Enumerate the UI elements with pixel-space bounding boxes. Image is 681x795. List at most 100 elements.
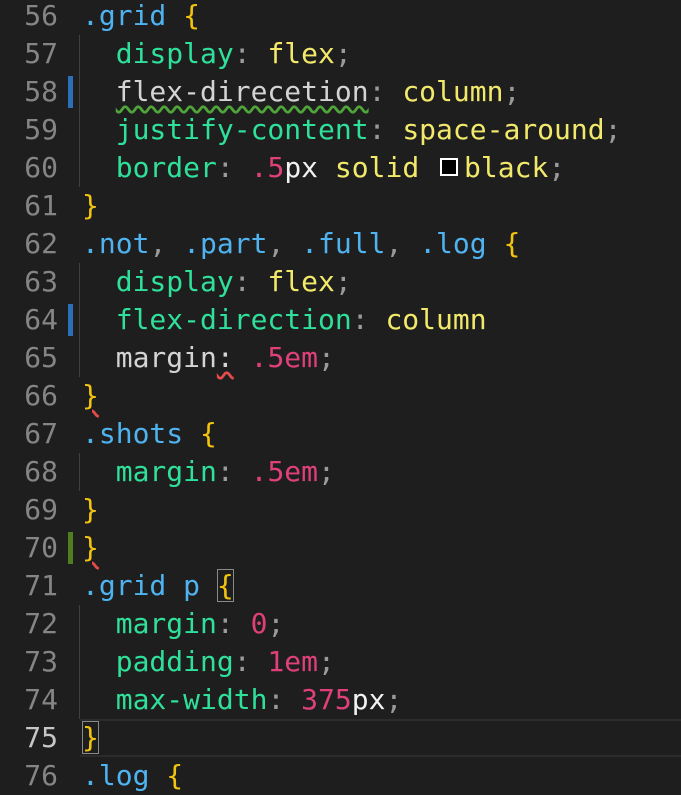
code-token: flex	[267, 37, 335, 70]
code-line[interactable]: 64 flex-direction: column	[0, 301, 681, 339]
code-line[interactable]: 61}	[0, 187, 681, 225]
code-token: border	[115, 151, 217, 184]
code-token: {	[200, 417, 217, 450]
code-line[interactable]: 62 .not, .part, .full, .log {	[0, 225, 681, 263]
code-text[interactable]: max-width: 375px;	[82, 681, 403, 719]
code-token: column	[385, 303, 487, 336]
line-number: 61	[24, 189, 58, 222]
code-token: ,	[267, 227, 302, 260]
code-text[interactable]: }	[82, 491, 99, 529]
code-line[interactable]: 76 .log {	[0, 757, 681, 795]
code-text[interactable]: .grid {	[82, 0, 200, 35]
code-line[interactable]: 65 margin: .5em;	[0, 339, 681, 377]
code-token: ,	[385, 227, 420, 260]
code-token: {	[166, 759, 184, 792]
line-number: 72	[24, 607, 58, 640]
git-change-marker[interactable]	[68, 304, 73, 336]
indent-guide	[79, 301, 80, 339]
code-token: ;	[385, 683, 403, 716]
code-text[interactable]: border: .5px solid black;	[82, 149, 565, 187]
git-change-marker[interactable]	[68, 76, 73, 108]
code-token: :	[216, 455, 251, 488]
code-line[interactable]: 73 padding: 1em;	[0, 643, 681, 681]
code-line[interactable]: 75}	[0, 719, 681, 757]
line-number: 62	[24, 227, 58, 260]
code-token: :	[216, 151, 251, 184]
code-token: px	[351, 683, 386, 716]
code-text[interactable]: }	[82, 719, 99, 757]
code-text[interactable]: }	[82, 187, 99, 225]
code-text[interactable]: padding: 1em;	[82, 643, 335, 681]
line-number: 58	[24, 75, 58, 108]
code-line[interactable]: 56 .grid {	[0, 0, 681, 35]
code-line[interactable]: 72 margin: 0;	[0, 605, 681, 643]
code-line[interactable]: 67 .shots {	[0, 415, 681, 453]
code-token: ;	[318, 455, 335, 488]
code-text[interactable]: }	[82, 529, 99, 567]
code-token: .part	[183, 227, 268, 260]
code-token: ;	[318, 645, 335, 678]
code-line[interactable]: 58 flex-direcetion: column;	[0, 73, 681, 111]
code-line[interactable]: 57 display: flex;	[0, 35, 681, 73]
code-token: :	[267, 683, 302, 716]
code-text[interactable]: .shots {	[82, 415, 217, 453]
code-token: ;	[334, 265, 352, 298]
line-number: 66	[24, 379, 58, 412]
code-token: justify-content	[115, 113, 369, 146]
line-number: 70	[24, 531, 58, 564]
indent-guide	[79, 111, 80, 149]
indent-guide	[79, 339, 80, 377]
code-line[interactable]: 74 max-width: 375px;	[0, 681, 681, 719]
code-token: px	[284, 151, 319, 184]
code-text[interactable]: }	[82, 377, 99, 415]
code-text[interactable]: flex-direcetion: column;	[82, 73, 521, 111]
code-token: ;	[318, 341, 335, 374]
code-line[interactable]: 66}	[0, 377, 681, 415]
code-text[interactable]: .grid p {	[82, 567, 234, 605]
indent-guide	[79, 643, 80, 681]
line-number: 67	[24, 417, 58, 450]
code-text[interactable]: display: flex;	[82, 35, 352, 73]
code-token: :	[216, 341, 234, 374]
code-line[interactable]: 71 .grid p {	[0, 567, 681, 605]
code-token: }	[82, 493, 99, 526]
line-number: 56	[24, 0, 58, 32]
code-token: :	[368, 113, 403, 146]
code-token: :	[233, 265, 268, 298]
code-token: :	[368, 75, 403, 108]
code-text[interactable]: display: flex;	[82, 263, 352, 301]
code-token: :	[351, 303, 386, 336]
code-line[interactable]: 70}	[0, 529, 681, 567]
code-text[interactable]: margin: .5em;	[82, 453, 335, 491]
line-number: 74	[24, 683, 58, 716]
code-token: flex-direcetion	[115, 75, 369, 108]
code-line[interactable]: 60 border: .5px solid black;	[0, 149, 681, 187]
code-editor[interactable]: 56 .grid {57 display: flex; 58 flex-direce…	[0, 0, 681, 792]
code-line[interactable]: 63 display: flex;	[0, 263, 681, 301]
code-text[interactable]: justify-content: space-around;	[82, 111, 622, 149]
code-token: .log	[82, 759, 150, 792]
code-text[interactable]: margin: .5em;	[82, 339, 335, 377]
code-text[interactable]: flex-direction: column	[82, 301, 487, 339]
code-token: {	[183, 0, 201, 32]
code-text[interactable]: .log {	[82, 757, 183, 795]
code-token: }	[82, 379, 99, 412]
code-token: black	[464, 151, 549, 184]
code-line[interactable]: 59 justify-content: space-around;	[0, 111, 681, 149]
code-token: .log	[419, 227, 487, 260]
code-text[interactable]: margin: 0;	[82, 605, 285, 643]
code-line[interactable]: 68 margin: .5em;	[0, 453, 681, 491]
code-token: 0	[250, 607, 268, 640]
code-text[interactable]: .not, .part, .full, .log {	[82, 225, 520, 263]
code-token: padding	[115, 645, 234, 678]
color-swatch-icon[interactable]	[440, 158, 459, 176]
code-token: 1em	[267, 645, 319, 678]
git-change-marker[interactable]	[68, 532, 73, 564]
code-token: margin	[115, 341, 217, 374]
code-line[interactable]: 69}	[0, 491, 681, 529]
code-token: margin	[115, 607, 217, 640]
code-token: .not	[82, 227, 150, 260]
line-number: 63	[24, 265, 58, 298]
